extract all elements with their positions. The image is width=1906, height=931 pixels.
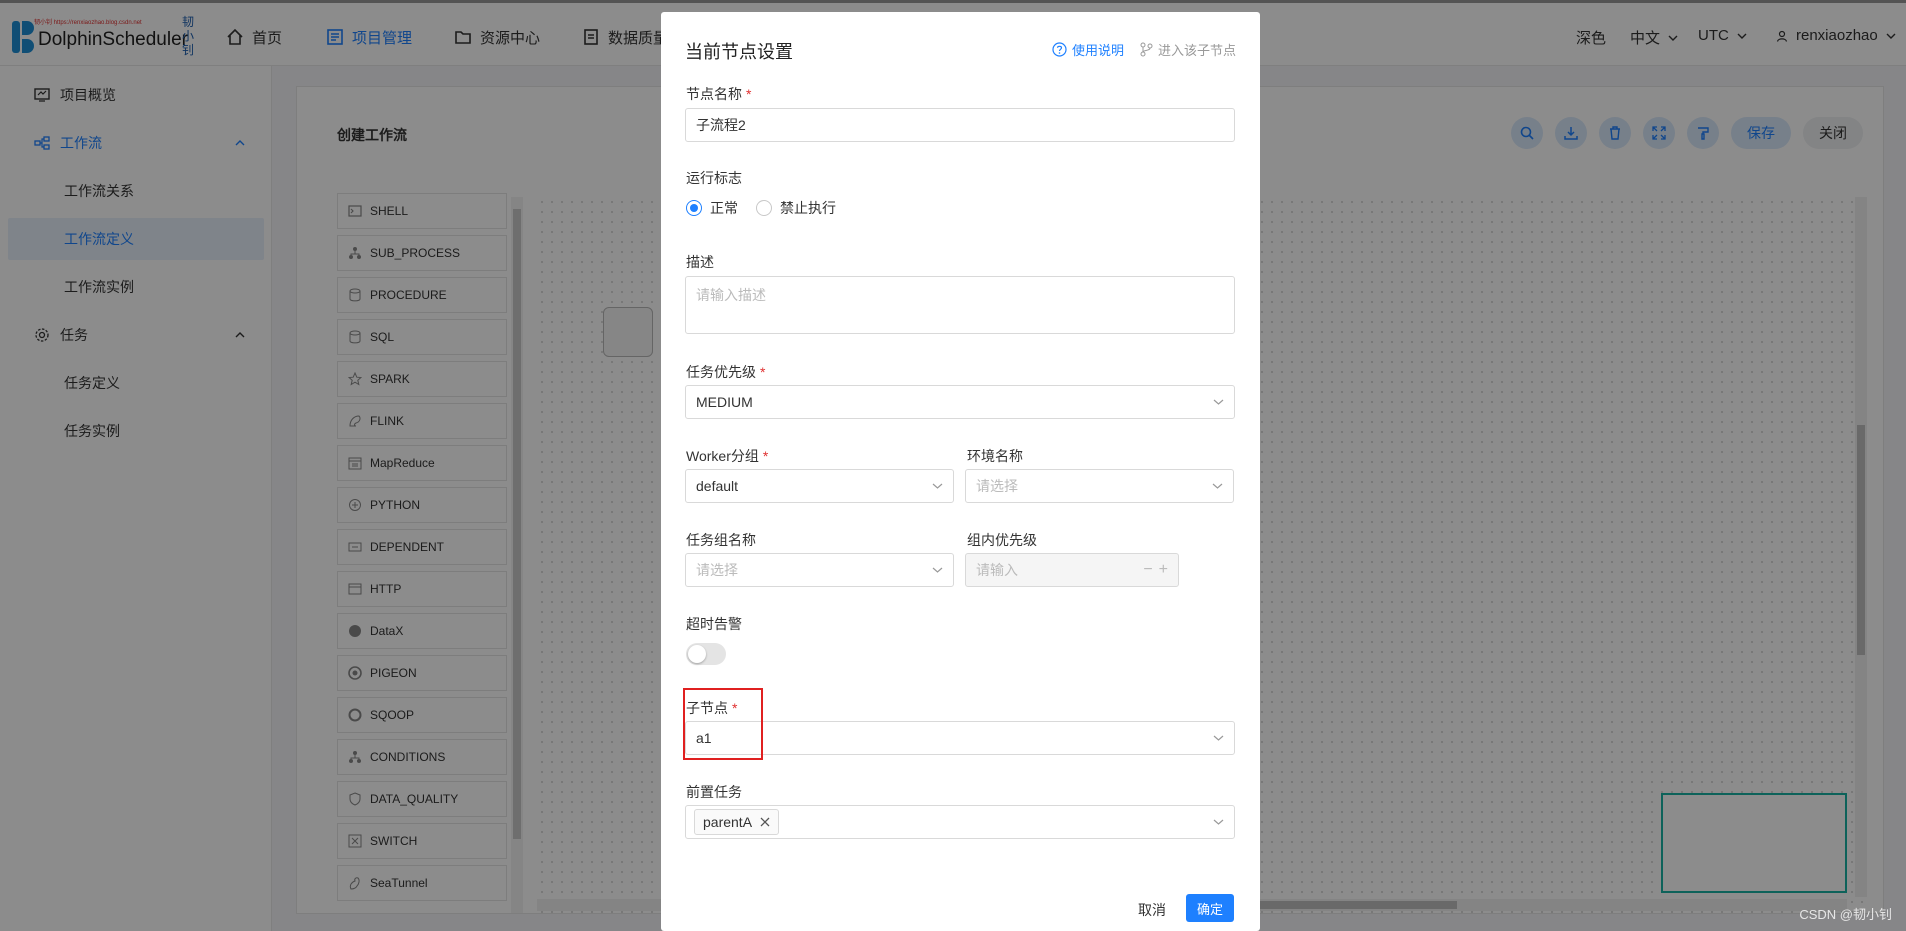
select-value: MEDIUM — [696, 394, 753, 410]
task-group-select[interactable]: 请选择 — [685, 553, 954, 587]
required-mark: * — [746, 86, 752, 102]
stepper-controls: − + — [1143, 562, 1168, 578]
timeout-alarm-label: 超时告警 — [686, 616, 742, 632]
chevron-down-icon — [1212, 483, 1223, 489]
plus-icon[interactable]: + — [1159, 562, 1168, 578]
modal-header-links: 使用说明 进入该子节点 — [1052, 40, 1236, 59]
question-circle-icon — [1052, 42, 1067, 57]
radio-label: 正常 — [710, 200, 738, 216]
help-link[interactable]: 使用说明 — [1052, 40, 1124, 59]
group-priority-label: 组内优先级 — [967, 532, 1037, 548]
help-link-label: 使用说明 — [1071, 43, 1124, 58]
tag-label: parentA — [703, 814, 753, 830]
chevron-down-icon — [1213, 399, 1224, 405]
worker-group-select[interactable]: default — [685, 469, 954, 503]
environment-label: 环境名称 — [967, 448, 1023, 464]
environment-select[interactable]: 请选择 — [965, 469, 1234, 503]
pre-task-label: 前置任务 — [686, 784, 742, 800]
radio-unchecked-icon — [756, 200, 772, 216]
cancel-button[interactable]: 取消 — [1138, 900, 1166, 920]
description-textarea[interactable]: 请输入描述 — [685, 276, 1235, 334]
close-icon[interactable] — [760, 817, 770, 827]
task-group-label: 任务组名称 — [686, 532, 756, 548]
confirm-button[interactable]: 确定 — [1186, 894, 1234, 922]
radio-label: 禁止执行 — [780, 200, 836, 216]
chevron-down-icon — [1213, 735, 1224, 741]
pre-task-select[interactable]: parentA — [685, 805, 1235, 839]
chevron-down-icon — [932, 567, 943, 573]
select-placeholder: 请选择 — [696, 562, 738, 578]
chevron-down-icon — [1213, 819, 1224, 825]
label-text: 节点名称 — [686, 86, 742, 102]
priority-label: 任务优先级 * — [686, 362, 765, 382]
stepper-placeholder: 请输入 — [976, 562, 1018, 578]
enter-subnode-label: 进入该子节点 — [1157, 43, 1236, 58]
select-placeholder: 请选择 — [976, 478, 1018, 494]
run-flag-radio-group: 正常 禁止执行 — [686, 198, 836, 218]
child-node-select[interactable]: a1 — [685, 721, 1235, 755]
timeout-alarm-toggle[interactable] — [686, 643, 726, 665]
label-text: Worker分组 — [686, 448, 759, 464]
node-name-input[interactable]: 子流程2 — [685, 108, 1235, 142]
enter-subnode-link[interactable]: 进入该子节点 — [1140, 40, 1236, 59]
worker-group-label: Worker分组 * — [686, 446, 768, 466]
chevron-down-icon — [932, 483, 943, 489]
radio-checked-icon — [686, 200, 702, 216]
label-text: 任务优先级 — [686, 364, 756, 380]
select-value: default — [696, 478, 739, 494]
run-flag-label: 运行标志 — [686, 170, 742, 186]
csdn-watermark: CSDN @韧小钊 — [1799, 907, 1892, 922]
branch-icon — [1140, 42, 1153, 57]
modal-title: 当前节点设置 — [685, 42, 793, 62]
annotation-highlight-box — [683, 688, 763, 760]
priority-select[interactable]: MEDIUM — [685, 385, 1235, 419]
node-name-label: 节点名称 * — [686, 84, 751, 104]
run-flag-forbid-radio[interactable]: 禁止执行 — [756, 198, 836, 218]
pre-task-tag: parentA — [694, 809, 780, 835]
group-priority-stepper[interactable]: 请输入 − + — [965, 553, 1179, 587]
description-label: 描述 — [686, 254, 714, 270]
required-mark: * — [760, 364, 766, 380]
minus-icon[interactable]: − — [1143, 562, 1152, 578]
run-flag-normal-radio[interactable]: 正常 — [686, 198, 738, 218]
required-mark: * — [762, 448, 769, 464]
node-settings-modal: 当前节点设置 使用说明 进入该子节点 节点名称 * 子流程2 运行标志 正常 禁止… — [661, 12, 1260, 931]
